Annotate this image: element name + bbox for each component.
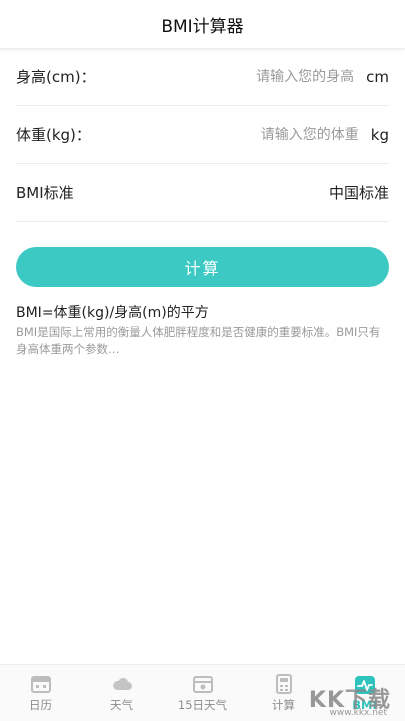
weight-row: 体重(kg)： kg xyxy=(16,106,389,164)
bmi-description: BMI是国际上常用的衡量人体肥胖程度和是否健康的重要标准。BMI只有身高体重两个… xyxy=(16,325,381,356)
page-title: BMI计算器 xyxy=(161,16,244,37)
bmi-formula: BMI=体重(kg)/身高(m)的平方 xyxy=(16,305,209,321)
standard-value[interactable]: 中国标准 xyxy=(329,182,389,203)
height-row: 身高(cm)： cm xyxy=(16,48,389,106)
tab-label: 日历 xyxy=(29,697,52,712)
tab-label: 天气 xyxy=(110,697,133,712)
cloud-icon xyxy=(112,677,132,690)
weight-unit: kg xyxy=(370,125,389,144)
tab-label: 计算 xyxy=(272,697,295,712)
height-input[interactable] xyxy=(202,67,357,86)
calculator-icon xyxy=(275,673,292,694)
standard-value-group: 中国标准 xyxy=(329,182,389,203)
calculate-button[interactable]: 计算 xyxy=(16,247,389,287)
weight-input-group: kg xyxy=(206,125,389,144)
tab-label: 15日天气 xyxy=(177,697,228,712)
forecast-icon xyxy=(192,675,213,693)
tab-calendar[interactable]: 日历 xyxy=(0,665,81,721)
app-header: BMI计算器 xyxy=(0,0,405,49)
standard-row[interactable]: BMI标准 中国标准 xyxy=(16,164,389,222)
calendar-icon xyxy=(30,675,51,693)
standard-label: BMI标准 xyxy=(16,184,74,202)
height-unit: cm xyxy=(366,67,389,86)
tab-15day-weather[interactable]: 15日天气 xyxy=(162,665,243,721)
height-label: 身高(cm)： xyxy=(16,68,96,86)
watermark: KK下载 www.kkx.net xyxy=(309,682,391,718)
bmi-form: 身高(cm)： cm 体重(kg)： kg BMI标准 中国标准 xyxy=(16,48,389,222)
weight-label: 体重(kg)： xyxy=(16,126,91,144)
height-input-group: cm xyxy=(202,67,389,86)
weight-input[interactable] xyxy=(206,125,361,144)
watermark-url: www.kkx.net xyxy=(329,708,388,718)
tab-weather[interactable]: 天气 xyxy=(81,665,162,721)
